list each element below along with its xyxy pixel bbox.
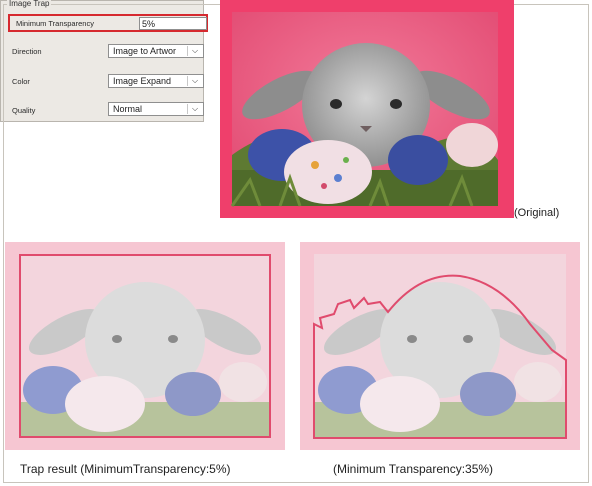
chevron-down-icon: ⌵ (187, 46, 202, 56)
image-trap-panel: Image Trap Minimum Transparency 5% Direc… (0, 0, 589, 483)
quality-value: Normal (113, 104, 143, 114)
trap-result-5-image (5, 242, 285, 450)
direction-select[interactable]: Image to Artwor ⌵ (108, 44, 204, 58)
direction-value: Image to Artwor (113, 46, 177, 56)
trap-result-35-caption: (Minimum Transparency:35%) (333, 462, 494, 476)
minimum-transparency-row-highlight: Minimum Transparency 5% (8, 14, 208, 32)
original-image (220, 0, 514, 218)
panel-legend: Image Trap (7, 0, 52, 8)
quality-label: Quality (12, 106, 36, 115)
color-label: Color (12, 77, 30, 86)
trap-outline-rectangle (19, 254, 271, 438)
minimum-transparency-input[interactable]: 5% (139, 17, 207, 30)
trap-result-5-caption: Trap result (MinimumTransparency:5%) (20, 462, 231, 476)
quality-select[interactable]: Normal ⌵ (108, 102, 204, 116)
chevron-down-icon: ⌵ (187, 76, 202, 86)
trap-result-35-image (300, 242, 580, 450)
bunny-photo-faded-35 (300, 242, 580, 450)
color-select[interactable]: Image Expand ⌵ (108, 74, 204, 88)
minimum-transparency-label: Minimum Transparency (16, 19, 94, 28)
original-caption: (Original) (514, 207, 560, 219)
color-value: Image Expand (113, 76, 172, 86)
direction-label: Direction (12, 47, 42, 56)
bunny-photo-original (220, 0, 514, 218)
chevron-down-icon: ⌵ (187, 104, 202, 114)
